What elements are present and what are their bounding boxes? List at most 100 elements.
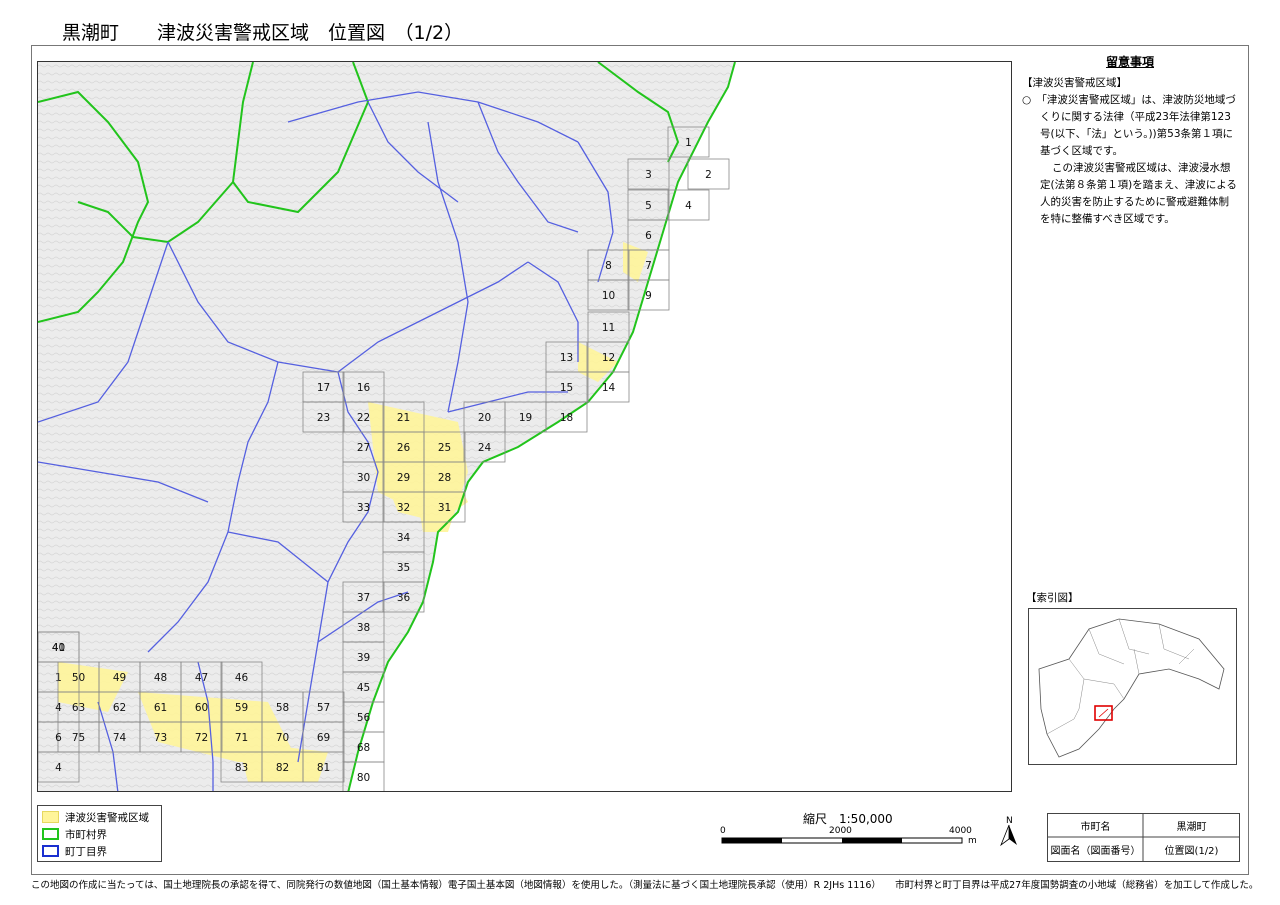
- footer-credit: この地図の作成に当たっては、国土地理院長の承認を得て、同院発行の数値地図（国土基…: [31, 880, 1259, 891]
- legend-item-district: 町丁目界: [42, 844, 107, 858]
- sheet-info-table: 市町名 黒潮町 図面名（図面番号） 位置図(1/2): [1047, 813, 1240, 862]
- info-header-city: 市町名: [1080, 822, 1111, 833]
- index-box-label: 36: [397, 592, 411, 604]
- index-box-label: 23: [317, 412, 330, 424]
- index-box-label: 4: [55, 702, 62, 714]
- scale-tick-0: 0: [720, 826, 726, 836]
- north-arrow-icon: N: [997, 815, 1021, 853]
- legend-label: 町丁目界: [65, 845, 107, 858]
- legend-item-hazard: 津波災害警戒区域: [42, 810, 149, 824]
- index-box-label: 6: [55, 732, 62, 744]
- municipal-swatch: [42, 828, 59, 840]
- index-box-label: 30: [357, 472, 370, 484]
- index-box-label: 68: [357, 742, 370, 754]
- scale-unit: m: [968, 836, 977, 846]
- index-box-label: 4: [55, 762, 62, 774]
- index-box-label: 45: [357, 682, 370, 694]
- index-box-label: 22: [357, 412, 370, 424]
- scale-tick-4000: 4000: [949, 826, 972, 836]
- index-box-label: 24: [478, 442, 492, 454]
- map-canvas: 1234567891011121314151617181920212223242…: [38, 62, 736, 791]
- index-box-label: 70: [276, 732, 289, 744]
- index-box-label: 63: [72, 702, 85, 714]
- index-box-label: 46: [235, 672, 249, 684]
- scale-tick-2000: 2000: [829, 826, 852, 836]
- index-map[interactable]: [1028, 608, 1237, 765]
- index-box-label: 14: [602, 382, 616, 394]
- index-box-label: 41: [52, 642, 65, 654]
- index-box-label: 69: [317, 732, 330, 744]
- index-box-label: 80: [357, 772, 370, 784]
- index-box-label: 15: [560, 382, 573, 394]
- index-box-label: 59: [235, 702, 248, 714]
- index-box-label: 31: [438, 502, 451, 514]
- index-box-label: 5: [645, 200, 652, 212]
- district-swatch: [42, 845, 59, 857]
- index-box-label: 82: [276, 762, 289, 774]
- index-box-label: 62: [113, 702, 126, 714]
- main-map[interactable]: 1 2 3 4 5 6 7 8 9 10 11 12 13 14 15 16 17 18 19 20 21 22 23 24 2…: [37, 61, 1012, 792]
- index-box-label: 74: [113, 732, 127, 744]
- index-box-label: 13: [560, 352, 573, 364]
- index-box-label: 72: [195, 732, 208, 744]
- index-box-label: 60: [195, 702, 208, 714]
- index-box-label: 1: [55, 672, 62, 684]
- index-box-label: 33: [357, 502, 370, 514]
- index-box-label: 47: [195, 672, 208, 684]
- index-box-label: 27: [357, 442, 370, 454]
- legend-label: 市町村界: [65, 828, 107, 841]
- notes-section: 【津波災害警戒区域】: [1022, 77, 1127, 89]
- index-box-label: 29: [397, 472, 410, 484]
- map-title: 黒潮町 津波災害警戒区域 位置図 （1/2）: [62, 22, 464, 44]
- index-box-label: 34: [397, 532, 411, 544]
- index-box-label: 49: [113, 672, 126, 684]
- north-label: N: [1006, 816, 1013, 826]
- index-box-label: 71: [235, 732, 248, 744]
- legend-item-municipal: 市町村界: [42, 827, 107, 841]
- notes-para2: この津波災害警戒区域は、津波浸水想定(法第８条第１項)を踏まえ、津波による人的災…: [1040, 162, 1237, 225]
- index-box-label: 38: [357, 622, 370, 634]
- index-box-label: 11: [602, 322, 615, 334]
- index-box-label: 73: [154, 732, 167, 744]
- prefecture-outline: [1038, 618, 1225, 758]
- index-box-label: 4: [685, 200, 692, 212]
- index-box-label: 48: [154, 672, 167, 684]
- index-box-label: 50: [72, 672, 85, 684]
- index-box-label: 25: [438, 442, 451, 454]
- index-box-label: 16: [357, 382, 371, 394]
- index-box-label: 58: [276, 702, 289, 714]
- hazard-swatch: [42, 811, 59, 823]
- index-box-label: 37: [357, 592, 370, 604]
- index-box-label: 75: [72, 732, 85, 744]
- index-box-label: 61: [154, 702, 167, 714]
- index-box-label: 6: [645, 230, 652, 242]
- index-map-svg: [1038, 618, 1225, 758]
- index-box-label: 8: [605, 260, 612, 272]
- legend-label: 津波災害警戒区域: [65, 811, 149, 824]
- notes-para1: ○ 「津波災害警戒区域」は、津波防災地域づくりに関する法律（平成23年法律第12…: [1022, 94, 1236, 157]
- legend: 津波災害警戒区域 市町村界 町丁目界: [37, 805, 162, 862]
- index-box-label: 57: [317, 702, 330, 714]
- info-value-sheet: 位置図(1/2): [1164, 846, 1219, 857]
- index-box-label: 35: [397, 562, 410, 574]
- notes-heading: 留意事項: [1105, 55, 1154, 69]
- index-box-label: 81: [317, 762, 330, 774]
- index-box-label: 20: [478, 412, 491, 424]
- index-box-label: 9: [645, 290, 652, 302]
- index-box-label: 19: [519, 412, 532, 424]
- index-box-label: 7: [645, 260, 652, 272]
- index-box-label: 2: [705, 169, 712, 181]
- info-value-city: 黒潮町: [1176, 822, 1207, 833]
- scale-title: 縮尺 1:50,000: [803, 812, 893, 826]
- index-box-label: 32: [397, 502, 410, 514]
- index-box-label: 21: [397, 412, 410, 424]
- index-box-label: 83: [235, 762, 248, 774]
- index-box-label: 56: [357, 712, 371, 724]
- index-box-label: 39: [357, 652, 370, 664]
- index-box-label: 18: [560, 412, 573, 424]
- index-map-label: 【索引図】: [1026, 592, 1079, 604]
- index-box-label: 3: [645, 169, 652, 181]
- index-box-label: 17: [317, 382, 330, 394]
- index-box-label: 1: [685, 137, 692, 149]
- notes-panel: 留意事項 【津波災害警戒区域】 ○ 「津波災害警戒区域」は、津波防災地域づくりに…: [1022, 54, 1238, 228]
